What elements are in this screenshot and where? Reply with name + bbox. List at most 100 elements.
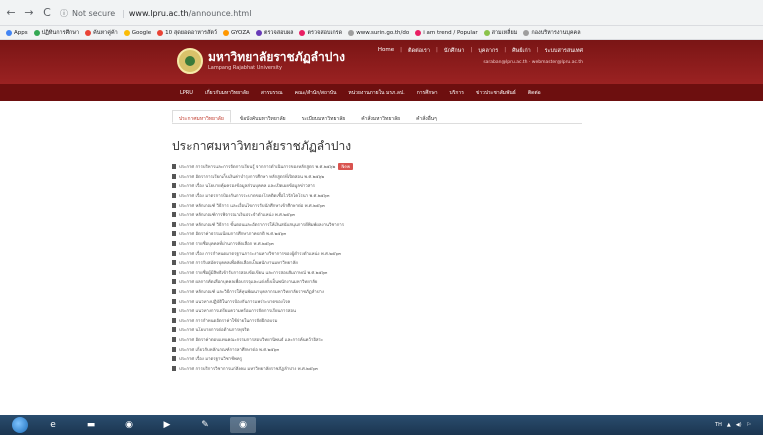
tab-0[interactable]: ประกาศมหาวิทยาลัย (172, 110, 231, 123)
tray-item[interactable]: ⚐ (747, 422, 751, 428)
announcement-link[interactable]: ประกาศ หลักเกณฑ์ วิธีการ ขั้นตอนและอัตรา… (179, 221, 344, 228)
list-item[interactable]: ประกาศ อัตราค่าตอบแทนคณะกรรมการสอบวิทยาน… (172, 335, 582, 345)
announcement-link[interactable]: ประกาศ เรื่อง การกำหนดมาตรฐานภาระงานทางว… (179, 250, 341, 257)
announcement-link[interactable]: ประกาศ การบริการวิชาการแก่สังคม มหาวิทยา… (179, 365, 318, 372)
list-item[interactable]: ประกาศ การกำหนดอัตราค่าใช้จ่ายในการจัดฝึ… (172, 316, 582, 326)
tray-item[interactable]: ▲ (727, 422, 731, 428)
bookmark-icon (348, 29, 355, 36)
bookmark-item[interactable]: สามเหลี่ยม (483, 29, 517, 37)
ie-icon[interactable]: e (40, 417, 66, 433)
menu-item[interactable]: ติดต่อ (528, 89, 541, 97)
list-item[interactable]: ประกาศ เรื่อง การกำหนดมาตรฐานภาระงานทางว… (172, 248, 582, 258)
tab-2[interactable]: ระเบียบมหาวิทยาลัย (295, 110, 353, 123)
announcement-link[interactable]: ประกาศ แนวทางการเตรียมความพร้อมการจัดการ… (179, 307, 296, 314)
list-item[interactable]: ประกาศ เรื่อง มาตรการป้องกันการระบาดของโ… (172, 191, 582, 201)
address-bar[interactable]: ⓘ Not secure | www.lpru.ac.th /announce.… (60, 4, 750, 22)
menu-item[interactable]: การศึกษา (417, 89, 438, 97)
top-link[interactable]: ระบบสารสนเทศ (545, 47, 583, 55)
bookmark-item[interactable]: Apps (6, 29, 28, 36)
list-item[interactable]: ประกาศ นโยบายการต่อต้านการทุจริต (172, 325, 582, 335)
top-link[interactable]: ศิษย์เก่า (512, 47, 531, 55)
announcement-link[interactable]: ประกาศ อัตราการเรียกเก็บเงินค่าบำรุงการศ… (179, 173, 324, 180)
menu-item[interactable]: สารบรรณ (261, 89, 283, 97)
bookmark-item[interactable]: ค้นหาคู่ค้า (85, 29, 118, 37)
menu-item[interactable]: เกี่ยวกับมหาวิทยาลัย (205, 89, 249, 97)
list-item[interactable]: ประกาศ รายชื่อบุคคลที่ผ่านการคัดเลือก พ.… (172, 239, 582, 249)
link-divider: | (400, 47, 403, 53)
announcement-link[interactable]: ประกาศ หลักเกณฑ์ วิธีการ และเงื่อนไขการร… (179, 202, 325, 209)
bookmark-icon (483, 29, 490, 36)
announcement-link[interactable]: ประกาศ นโยบายการต่อต้านการทุจริต (179, 326, 249, 333)
announcement-link[interactable]: ประกาศ อัตราค่าธรรมเนียมการศึกษาภาคปกติ … (179, 230, 286, 237)
top-link[interactable]: ติดต่อเรา (408, 47, 430, 55)
announcement-link[interactable]: ประกาศ แนวทางปฏิบัติในการป้องกันการแพร่ร… (179, 298, 290, 305)
list-item[interactable]: ประกาศ เรื่อง มาตรฐานวิชาชีพครู (172, 354, 582, 364)
list-item[interactable]: ประกาศ หลักเกณฑ์ วิธีการ ขั้นตอนและอัตรา… (172, 220, 582, 230)
info-icon[interactable]: ⓘ (60, 8, 68, 19)
bookmark-icon (6, 29, 12, 36)
announcement-link[interactable]: ประกาศ หลักเกณฑ์การพิจารณาเงินประจำตำแหน… (179, 211, 295, 218)
menu-item[interactable]: หน่วยงานภายใน มรภ.ลป. (348, 89, 404, 97)
top-link[interactable]: นักศึกษา (444, 47, 465, 55)
bookmark-item[interactable]: ตรวจสอบเกรด (299, 29, 342, 37)
bookmark-item[interactable]: 10 สุดยอดอาหารสัตว์ (157, 29, 217, 37)
list-item[interactable]: ประกาศ แนวทางการเตรียมความพร้อมการจัดการ… (172, 306, 582, 316)
chrome-active-icon[interactable]: ◉ (230, 417, 256, 433)
bookmark-item[interactable]: ปฏิทินการศึกษา (33, 29, 79, 37)
media-icon[interactable]: ▶ (154, 417, 180, 433)
list-item[interactable]: ประกาศ หลักเกณฑ์ และวิธีการให้ทุนพัฒนาบุ… (172, 287, 582, 297)
list-item[interactable]: ประกาศ การรับสมัครบุคคลเพื่อคัดเลือกเป็น… (172, 258, 582, 268)
bookmark-item[interactable]: กองบริหารงานบุคคล (523, 29, 581, 37)
list-item[interactable]: ประกาศ ผลการคัดเลือกบุคคลเพื่อบรรจุและแต… (172, 277, 582, 287)
menu-item[interactable]: ข่าวประชาสัมพันธ์ (476, 89, 516, 97)
tray-item[interactable]: TH (715, 422, 722, 428)
announcement-link[interactable]: ประกาศ หลักเกณฑ์ และวิธีการให้ทุนพัฒนาบุ… (179, 288, 324, 295)
chrome-icon[interactable]: ◉ (116, 417, 142, 433)
menu-item[interactable]: LPRU (180, 90, 193, 96)
bookmark-item[interactable]: ตรวจสอบผล (255, 29, 293, 37)
bookmark-item[interactable]: GYOZA (222, 29, 250, 36)
list-item[interactable]: ประกาศ เกี่ยวกับหลักเกณฑ์การลาศึกษาต่อ พ… (172, 344, 582, 354)
top-link[interactable]: Home (378, 47, 394, 55)
announcement-link[interactable]: ประกาศ การบริหารและการจัดการเรียนรู้ จาก… (179, 163, 335, 170)
list-item[interactable]: ประกาศ แนวทางปฏิบัติในการป้องกันการแพร่ร… (172, 296, 582, 306)
list-item[interactable]: ประกาศ การบริการวิชาการแก่สังคม มหาวิทยา… (172, 363, 582, 373)
announcement-link[interactable]: ประกาศ เรื่อง นโยบายคุ้มครองข้อมูลส่วนบุ… (179, 182, 315, 189)
announcement-link[interactable]: ประกาศ ผลการคัดเลือกบุคคลเพื่อบรรจุและแต… (179, 278, 317, 285)
announcement-link[interactable]: ประกาศ การรับสมัครบุคคลเพื่อคัดเลือกเป็น… (179, 259, 298, 266)
menu-item[interactable]: คณะ/สำนัก/สถาบัน (295, 89, 337, 97)
paint-icon[interactable]: ✎ (192, 417, 218, 433)
list-item[interactable]: ประกาศ เรื่อง นโยบายคุ้มครองข้อมูลส่วนบุ… (172, 181, 582, 191)
announcement-link[interactable]: ประกาศ รายชื่อผู้มีสิทธิเข้ารับการสอบข้อ… (179, 269, 327, 276)
start-button[interactable] (12, 417, 28, 433)
tab-1[interactable]: ข้อบังคับมหาวิทยาลัย (233, 110, 293, 123)
announcement-link[interactable]: ประกาศ เกี่ยวกับหลักเกณฑ์การลาศึกษาต่อ พ… (179, 346, 279, 353)
back-icon[interactable]: ← (4, 6, 18, 20)
tab-3[interactable]: คำสั่งมหาวิทยาลัย (354, 110, 407, 123)
forward-icon[interactable]: → (22, 6, 36, 20)
list-item[interactable]: ประกาศ รายชื่อผู้มีสิทธิเข้ารับการสอบข้อ… (172, 268, 582, 278)
tab-4[interactable]: คำสั่งอื่นๆ (409, 110, 444, 123)
document-icon (172, 269, 176, 275)
list-item[interactable]: ประกาศ อัตราค่าธรรมเนียมการศึกษาภาคปกติ … (172, 229, 582, 239)
bookmark-item[interactable]: i am trend / Popular (415, 29, 478, 36)
list-item[interactable]: ประกาศ การบริหารและการจัดการเรียนรู้ จาก… (172, 162, 582, 172)
university-logo-icon[interactable] (177, 48, 203, 74)
announcement-link[interactable]: ประกาศ รายชื่อบุคคลที่ผ่านการคัดเลือก พ.… (179, 240, 274, 247)
link-divider: | (504, 47, 507, 53)
folder-icon[interactable]: ▬ (78, 417, 104, 433)
bookmark-item[interactable]: Google (123, 29, 151, 36)
announcement-link[interactable]: ประกาศ การกำหนดอัตราค่าใช้จ่ายในการจัดฝึ… (179, 317, 277, 324)
bookmark-item[interactable]: www.surin.go.th/do (348, 29, 409, 36)
reload-icon[interactable]: C (40, 6, 54, 20)
announcement-link[interactable]: ประกาศ เรื่อง มาตรฐานวิชาชีพครู (179, 355, 242, 362)
list-item[interactable]: ประกาศ หลักเกณฑ์ วิธีการ และเงื่อนไขการร… (172, 200, 582, 210)
list-item[interactable]: ประกาศ หลักเกณฑ์การพิจารณาเงินประจำตำแหน… (172, 210, 582, 220)
tray-item[interactable]: ◀) (736, 422, 742, 428)
announcement-link[interactable]: ประกาศ อัตราค่าตอบแทนคณะกรรมการสอบวิทยาน… (179, 336, 323, 343)
top-link[interactable]: บุคลากร (478, 47, 498, 55)
menu-item[interactable]: บริการ (450, 89, 464, 97)
announcement-link[interactable]: ประกาศ เรื่อง มาตรการป้องกันการระบาดของโ… (179, 192, 329, 199)
list-item[interactable]: ประกาศ อัตราการเรียกเก็บเงินค่าบำรุงการศ… (172, 172, 582, 182)
document-icon (172, 365, 176, 371)
